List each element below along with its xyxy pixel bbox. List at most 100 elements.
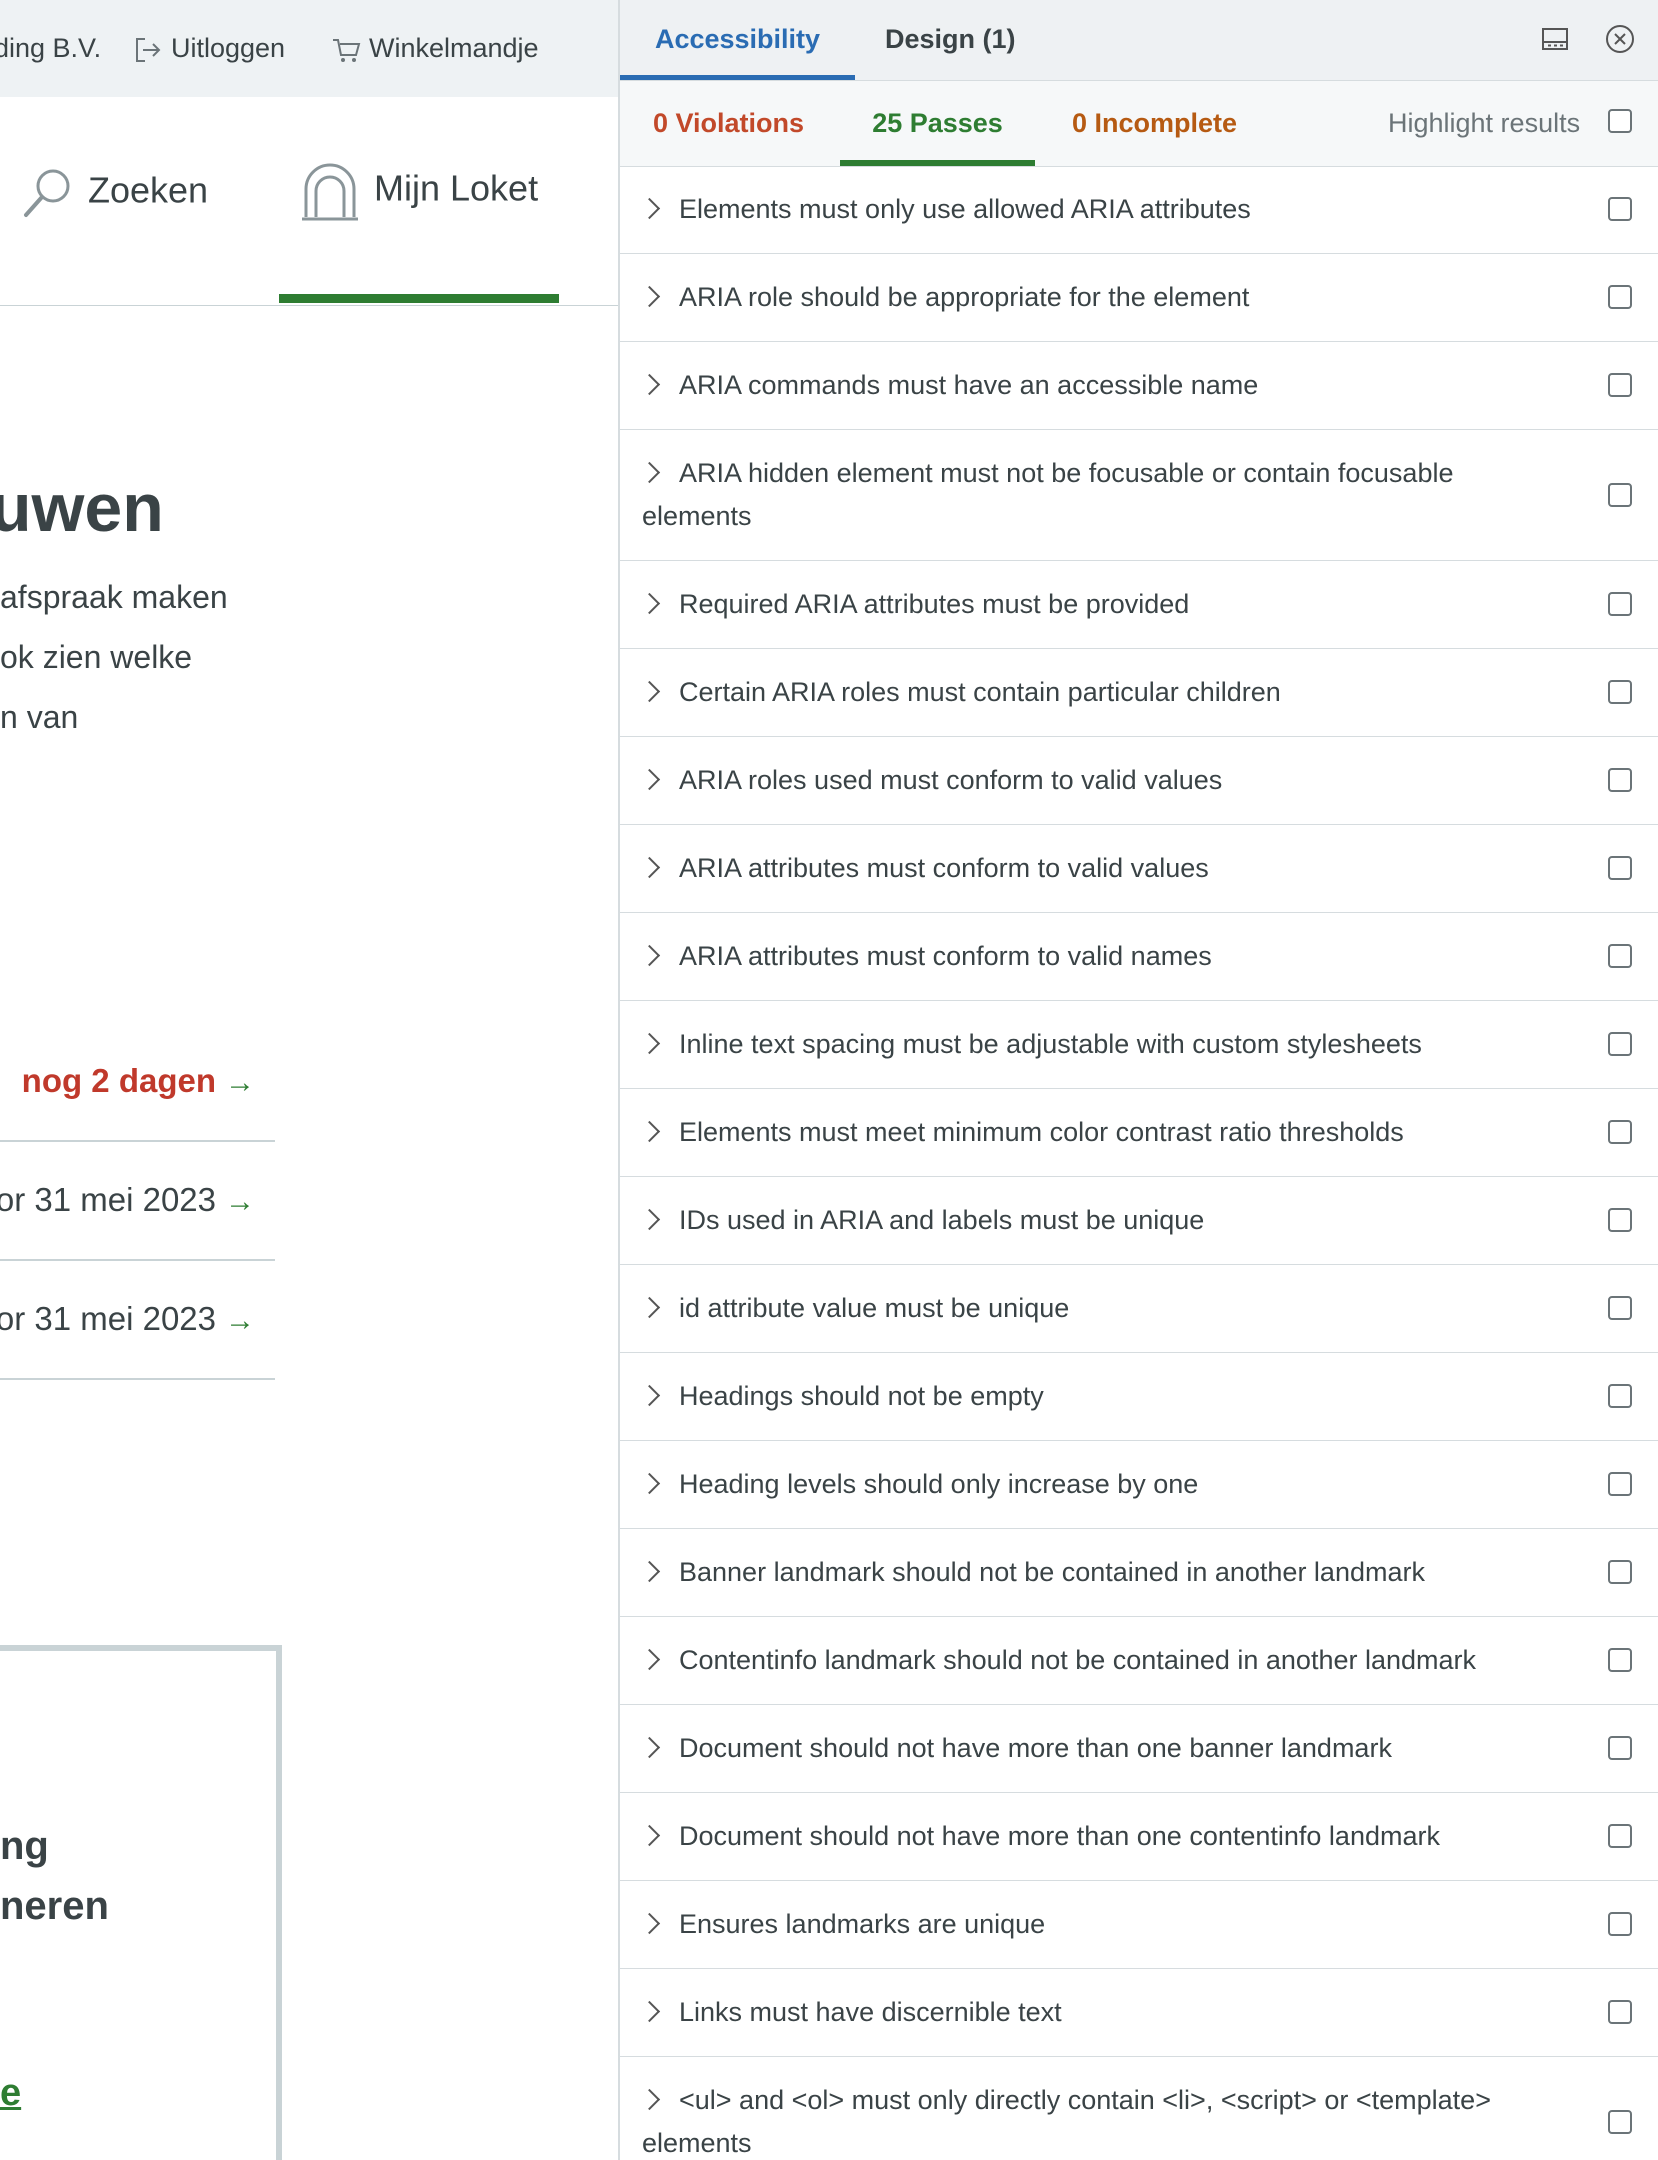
result-row[interactable]: <ul> and <ol> must only directly contain… [620, 2057, 1658, 2160]
chevron-right-icon[interactable] [638, 2001, 661, 2023]
page-title: uwen [0, 470, 164, 546]
chevron-right-icon[interactable] [638, 1209, 661, 1231]
chevron-right-icon[interactable] [638, 1913, 661, 1935]
result-row[interactable]: Links must have discernible text [620, 1969, 1658, 2057]
close-icon[interactable] [1603, 22, 1637, 56]
chevron-right-icon[interactable] [638, 1649, 661, 1671]
result-row[interactable]: ARIA attributes must conform to valid na… [620, 913, 1658, 1001]
result-highlight-checkbox[interactable] [1608, 1208, 1632, 1232]
result-rule-text: Links must have discernible text [679, 1997, 1062, 2027]
chevron-right-icon[interactable] [638, 1473, 661, 1495]
chevron-right-icon[interactable] [638, 1737, 661, 1759]
result-row[interactable]: Certain ARIA roles must contain particul… [620, 649, 1658, 737]
tab-violations[interactable]: 0 Violations [653, 81, 804, 166]
result-highlight-checkbox[interactable] [1608, 1032, 1632, 1056]
result-rule-text: ARIA attributes must conform to valid va… [679, 853, 1209, 883]
result-row[interactable]: Elements must only use allowed ARIA attr… [620, 166, 1658, 254]
result-highlight-checkbox[interactable] [1608, 2000, 1632, 2024]
nav-account[interactable]: Mijn Loket [300, 159, 538, 223]
result-row[interactable]: Contentinfo landmark should not be conta… [620, 1617, 1658, 1705]
deadline-link-text: nog 2 dagen [21, 1062, 216, 1099]
result-row-title: Document should not have more than one b… [638, 1727, 1570, 1770]
result-row[interactable]: Banner landmark should not be contained … [620, 1529, 1658, 1617]
result-highlight-checkbox[interactable] [1608, 680, 1632, 704]
result-highlight-checkbox[interactable] [1608, 1560, 1632, 1584]
result-row[interactable]: Inline text spacing must be adjustable w… [620, 1001, 1658, 1089]
chevron-right-icon[interactable] [638, 1825, 661, 1847]
result-row[interactable]: Required ARIA attributes must be provide… [620, 561, 1658, 649]
result-row[interactable]: ARIA role should be appropriate for the … [620, 254, 1658, 342]
deadline-link-row[interactable]: or 31 mei 2023 → [0, 1141, 275, 1261]
result-rule-text: Banner landmark should not be contained … [679, 1557, 1425, 1587]
chevron-right-icon[interactable] [638, 593, 661, 615]
result-row[interactable]: Document should not have more than one b… [620, 1705, 1658, 1793]
result-row-title: Headings should not be empty [638, 1375, 1570, 1418]
logout-label: Uitloggen [171, 33, 286, 63]
nav-search[interactable]: Zoeken [20, 165, 208, 221]
result-highlight-checkbox[interactable] [1608, 592, 1632, 616]
result-highlight-checkbox[interactable] [1608, 482, 1632, 507]
result-highlight-checkbox[interactable] [1608, 285, 1632, 309]
result-row[interactable]: ARIA roles used must conform to valid va… [620, 737, 1658, 825]
nav-account-label: Mijn Loket [374, 167, 539, 209]
dock-icon[interactable] [1538, 22, 1572, 56]
tab-accessibility[interactable]: Accessibility [620, 0, 855, 80]
hero-text-line: ok zien welke [0, 639, 193, 675]
chevron-right-icon[interactable] [638, 198, 661, 220]
result-row[interactable]: Headings should not be empty [620, 1353, 1658, 1441]
result-highlight-checkbox[interactable] [1608, 2109, 1632, 2134]
result-highlight-checkbox[interactable] [1608, 856, 1632, 880]
result-row[interactable]: Heading levels should only increase by o… [620, 1441, 1658, 1529]
result-row[interactable]: ARIA attributes must conform to valid va… [620, 825, 1658, 913]
result-row[interactable]: Elements must meet minimum color contras… [620, 1089, 1658, 1177]
result-row[interactable]: ARIA hidden element must not be focusabl… [620, 430, 1658, 561]
chevron-right-icon[interactable] [638, 462, 661, 484]
result-row[interactable]: Document should not have more than one c… [620, 1793, 1658, 1881]
site-main-nav: Zoeken Mijn Loket [0, 97, 618, 306]
result-highlight-checkbox[interactable] [1608, 768, 1632, 792]
result-highlight-checkbox[interactable] [1608, 1824, 1632, 1848]
result-row-title: ARIA role should be appropriate for the … [638, 276, 1570, 319]
result-highlight-checkbox[interactable] [1608, 1384, 1632, 1408]
deadline-link-row[interactable]: or 31 mei 2023 → [0, 1260, 275, 1380]
result-row[interactable]: ARIA commands must have an accessible na… [620, 342, 1658, 430]
result-highlight-checkbox[interactable] [1608, 1648, 1632, 1672]
result-highlight-checkbox[interactable] [1608, 1736, 1632, 1760]
result-row[interactable]: Ensures landmarks are unique [620, 1881, 1658, 1969]
tab-incomplete[interactable]: 0 Incomplete [1072, 81, 1237, 166]
chevron-right-icon[interactable] [638, 1121, 661, 1143]
result-row-title: <ul> and <ol> must only directly contain… [638, 2079, 1570, 2160]
cart-link[interactable]: Winkelmandje [331, 30, 539, 66]
chevron-right-icon[interactable] [638, 374, 661, 396]
chevron-right-icon[interactable] [638, 1561, 661, 1583]
result-highlight-checkbox[interactable] [1608, 373, 1632, 397]
chevron-right-icon[interactable] [638, 2089, 661, 2111]
chevron-right-icon[interactable] [638, 1033, 661, 1055]
highlight-results-checkbox[interactable] [1608, 109, 1632, 133]
tab-passes[interactable]: 25 Passes [840, 81, 1035, 166]
cart-icon [333, 38, 361, 62]
chevron-right-icon[interactable] [638, 1297, 661, 1319]
result-row[interactable]: IDs used in ARIA and labels must be uniq… [620, 1177, 1658, 1265]
chevron-right-icon[interactable] [638, 945, 661, 967]
result-highlight-checkbox[interactable] [1608, 197, 1632, 221]
tab-design[interactable]: Design (1) [885, 0, 1016, 80]
logout-link[interactable]: Uitloggen [133, 30, 285, 66]
chevron-right-icon[interactable] [638, 857, 661, 879]
chevron-right-icon[interactable] [638, 1385, 661, 1407]
result-highlight-checkbox[interactable] [1608, 1120, 1632, 1144]
card-link[interactable]: e [0, 2072, 21, 2115]
nav-active-indicator [279, 294, 559, 303]
chevron-right-icon[interactable] [638, 681, 661, 703]
arrow-right-icon: → [225, 1066, 255, 1099]
result-highlight-checkbox[interactable] [1608, 1912, 1632, 1936]
chevron-right-icon[interactable] [638, 769, 661, 791]
result-row[interactable]: id attribute value must be unique [620, 1265, 1658, 1353]
result-highlight-checkbox[interactable] [1608, 944, 1632, 968]
result-rule-text: Required ARIA attributes must be provide… [679, 589, 1190, 619]
chevron-right-icon[interactable] [638, 286, 661, 308]
result-highlight-checkbox[interactable] [1608, 1296, 1632, 1320]
deadline-link-row[interactable]: nog 2 dagen → [0, 1022, 275, 1142]
result-highlight-checkbox[interactable] [1608, 1472, 1632, 1496]
website-pane: ding B.V. Uitloggen Winkelmandje Zoeken [0, 0, 618, 2160]
